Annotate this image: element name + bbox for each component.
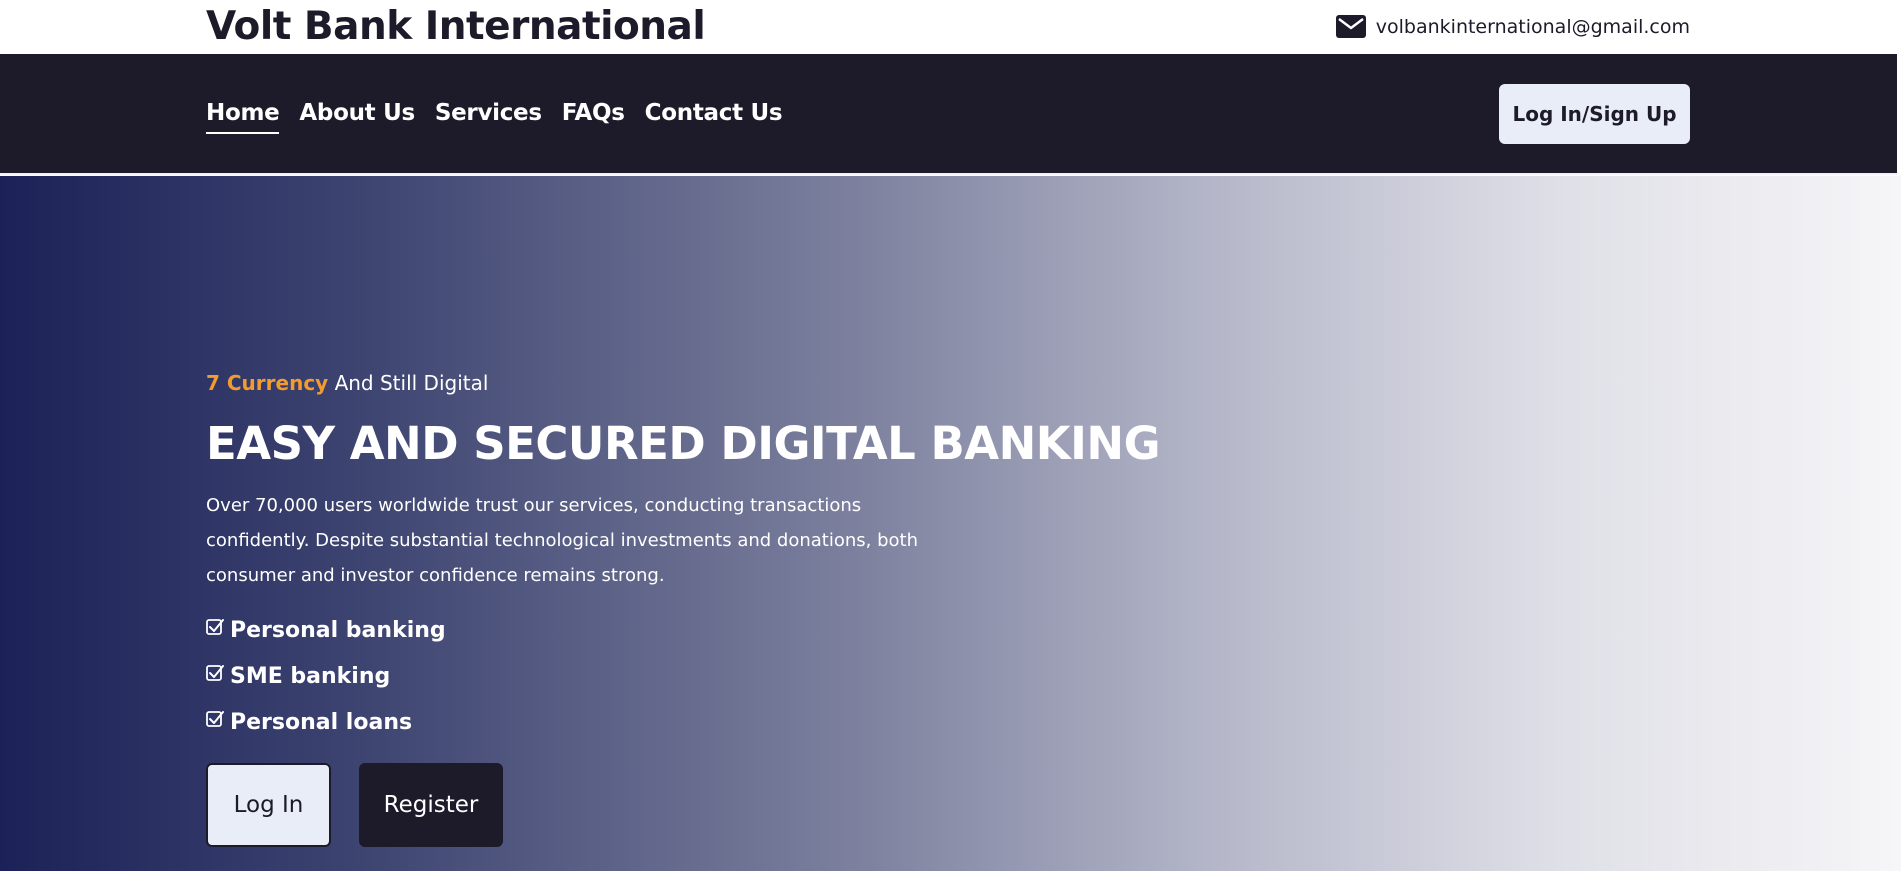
nav-link-faqs[interactable]: FAQs	[562, 100, 625, 134]
feature-label: SME banking	[230, 663, 391, 689]
hero-section: 7 Currency And Still Digital EASY AND SE…	[0, 176, 1901, 871]
hero-tagline-rest: And Still Digital	[334, 371, 489, 395]
feature-item: Personal loans	[206, 699, 1206, 745]
nav-links: Home About Us Services FAQs Contact Us	[206, 100, 783, 134]
page-edge	[1897, 0, 1901, 176]
hero-description: Over 70,000 users worldwide trust our se…	[206, 495, 919, 586]
checkbox-checked-icon	[206, 711, 224, 727]
nav-link-about-us[interactable]: About Us	[299, 100, 415, 134]
brand-name[interactable]: Volt Bank International	[206, 4, 706, 49]
feature-label: Personal banking	[230, 617, 446, 643]
hero-tagline: 7 Currency And Still Digital	[206, 371, 1206, 395]
feature-item: SME banking	[206, 653, 1206, 699]
hero-cta-row: Log In Register	[206, 763, 1206, 847]
page: Volt Bank International volbankinternati…	[0, 0, 1901, 871]
login-signup-button[interactable]: Log In/Sign Up	[1499, 84, 1690, 144]
checkbox-checked-icon	[206, 619, 224, 635]
hero-content: 7 Currency And Still Digital EASY AND SE…	[206, 371, 1206, 847]
feature-list: Personal banking SME banking Personal lo…	[206, 607, 1206, 745]
top-bar: Volt Bank International volbankinternati…	[0, 0, 1901, 54]
login-button[interactable]: Log In	[206, 763, 331, 847]
contact-email-text: volbankinternational@gmail.com	[1375, 15, 1690, 38]
nav-link-services[interactable]: Services	[435, 100, 542, 134]
nav-link-home[interactable]: Home	[206, 100, 280, 134]
hero-tagline-accent: 7 Currency	[206, 371, 329, 395]
nav-link-contact-us[interactable]: Contact Us	[645, 100, 783, 134]
envelope-icon	[1335, 15, 1366, 38]
feature-label: Personal loans	[230, 709, 413, 735]
checkbox-checked-icon	[206, 665, 224, 681]
register-button[interactable]: Register	[359, 763, 503, 847]
contact-email[interactable]: volbankinternational@gmail.com	[1335, 15, 1690, 38]
main-navbar: Home About Us Services FAQs Contact Us L…	[0, 54, 1897, 175]
hero-title: EASY AND SECURED DIGITAL BANKING	[206, 417, 1161, 470]
feature-item: Personal banking	[206, 607, 1206, 653]
